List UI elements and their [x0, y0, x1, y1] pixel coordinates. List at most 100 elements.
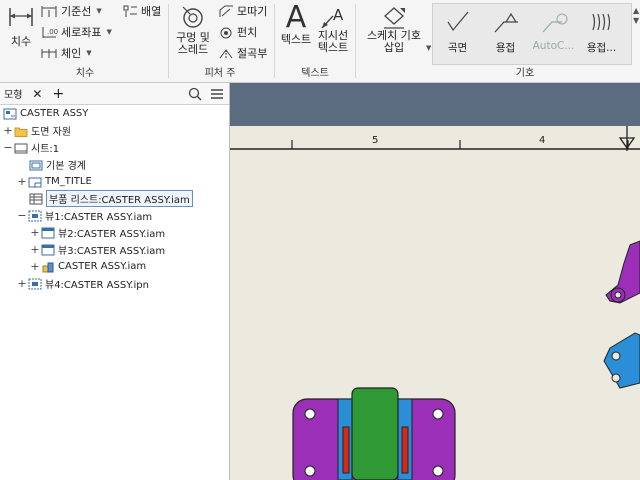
expand-icon[interactable]: + [30, 260, 40, 273]
weld-icon [494, 12, 518, 33]
punch-button[interactable]: 펀치 [218, 23, 257, 41]
chain-icon [41, 49, 57, 58]
hole-thread-button[interactable]: 구멍 및 스레드 [173, 4, 213, 56]
autocad-symbol-button[interactable]: AutoC... [531, 4, 576, 66]
tree-node-label: 뷰4:CASTER ASSY.ipn [45, 280, 149, 291]
leader-text-icon: A [321, 6, 344, 29]
baseline-label: 기준선 [61, 5, 92, 18]
browser-header: 모형 ✕ + [0, 83, 229, 105]
punch-label: 펀치 [237, 26, 258, 39]
sketch-symbol-icon [384, 7, 405, 29]
ribbon-separator [168, 4, 169, 78]
weld-bead-icon [591, 13, 610, 31]
chevron-down-icon: ▼ [106, 28, 112, 36]
hole-thread-icon [182, 6, 203, 28]
ribbon: 치수 기준선 ▼ .00 세로좌표 ▼ 체인 ▼ 배열 치수 구멍 및 스레드 모따기… [0, 0, 640, 83]
tree-node-label: 뷰3:CASTER ASSY.iam [58, 246, 166, 257]
menu-icon[interactable] [210, 87, 224, 101]
symbols-group-label: 기호 [515, 68, 535, 79]
tree-node-drawing[interactable]: CASTER ASSY [2, 105, 88, 122]
autocad-symbol-icon [542, 13, 567, 33]
tree-node-label: CASTER ASSY [20, 108, 89, 119]
caster-iso-view[interactable] [600, 233, 640, 433]
caster-front-view[interactable] [230, 83, 640, 480]
ribbon-separator [274, 4, 275, 78]
add-icon[interactable]: + [52, 86, 64, 102]
tree-node-view1[interactable]: − 뷰1:CASTER ASSY.iam [17, 207, 152, 224]
tree-node-label: 부품 리스트:CASTER ASSY.iam [46, 190, 193, 207]
gallery-scroll-icon[interactable]: ▲ ▼ [633, 6, 639, 26]
text-button[interactable]: A 텍스트 [278, 2, 314, 46]
leader-text-button[interactable]: A 지시선 텍스트 [316, 4, 350, 54]
tree-node-view2[interactable]: + 뷰2:CASTER ASSY.iam [30, 224, 165, 241]
weld-bead-label: 용접... [586, 42, 617, 54]
chamfer-button[interactable]: 모따기 [218, 2, 267, 20]
insert-sketch-symbol-label: 스케치 기호 삽입 [366, 29, 422, 54]
hole-thread-label: 구멍 및 스레드 [176, 31, 210, 56]
sheet-icon [14, 143, 28, 153]
text-group-label: 텍스트 [301, 68, 329, 79]
tree-node-label: CASTER ASSY.iam [58, 261, 147, 272]
view-icon [41, 227, 55, 238]
arrange-icon [123, 5, 137, 17]
view-icon [28, 278, 42, 289]
tree-node-label: TM_TITLE [45, 176, 92, 187]
tree-node-parts-list[interactable]: 부품 리스트:CASTER ASSY.iam [28, 190, 193, 207]
expand-icon[interactable]: + [17, 277, 27, 290]
tree-node-label: 뷰1:CASTER ASSY.iam [45, 212, 153, 223]
tab-model[interactable]: 모형 [4, 86, 22, 101]
tree-node-assembly[interactable]: + CASTER ASSY.iam [30, 258, 146, 275]
punch-icon [220, 27, 232, 39]
ordinate-label: 세로좌표 [61, 26, 102, 39]
tree-node-label: 도면 자원 [31, 127, 71, 138]
tree-node-default-border[interactable]: 기본 경계 [28, 156, 86, 173]
chamfer-label: 모따기 [237, 5, 268, 18]
weld-button[interactable]: 용접 [483, 4, 528, 66]
expand-icon[interactable]: + [17, 175, 27, 188]
expand-icon[interactable]: + [30, 243, 40, 256]
weld-label: 용접 [495, 42, 516, 54]
collapse-icon[interactable]: − [3, 141, 13, 154]
chain-label: 체인 [61, 47, 82, 60]
ordinate-button[interactable]: .00 세로좌표 ▼ [40, 23, 112, 41]
chain-button[interactable]: 체인 ▼ [40, 44, 92, 62]
text-icon: A [285, 0, 307, 35]
feature-notes-group-label: 피처 주 [204, 68, 236, 79]
chevron-down-icon[interactable]: ▼ [426, 44, 431, 52]
chevron-down-icon: ▼ [86, 49, 92, 57]
expand-icon[interactable]: + [3, 124, 13, 137]
weld-bead-button[interactable]: 용접... [579, 4, 624, 66]
drawing-canvas[interactable]: 5 4 [230, 83, 640, 480]
tree-node-title-block[interactable]: + TM_TITLE [17, 173, 92, 190]
view-icon [28, 210, 42, 221]
search-icon[interactable] [188, 87, 202, 101]
assembly-icon [42, 262, 54, 272]
model-browser: 모형 ✕ + CASTER ASSY + 도면 자원 − 시트:1 기본 경계 [0, 83, 230, 480]
bend-button[interactable]: 절곡부 [218, 44, 267, 62]
border-icon [29, 160, 43, 170]
autocad-symbol-label: AutoC... [532, 40, 575, 52]
view-icon [41, 244, 55, 255]
chevron-down-icon: ▼ [96, 7, 102, 15]
arrange-label: 배열 [141, 5, 162, 18]
baseline-icon [41, 6, 57, 17]
tree-node-view3[interactable]: + 뷰3:CASTER ASSY.iam [30, 241, 165, 258]
tree-node-sheet[interactable]: − 시트:1 [3, 139, 59, 156]
surface-texture-button[interactable]: 곡면 [435, 4, 480, 66]
chamfer-icon [219, 5, 233, 17]
symbol-gallery: 곡면 용접 AutoC... 용접... [432, 3, 632, 65]
surface-texture-icon [446, 11, 468, 32]
ordinate-icon: .00 [42, 27, 58, 38]
dimension-button[interactable]: 치수 [6, 4, 36, 48]
arrange-button[interactable]: 배열 [122, 2, 161, 20]
tree-node-label: 시트:1 [31, 144, 60, 155]
tree-node-view4[interactable]: + 뷰4:CASTER ASSY.ipn [17, 275, 149, 292]
ribbon-separator [355, 4, 356, 78]
expand-icon[interactable]: + [30, 226, 40, 239]
collapse-icon[interactable]: − [17, 209, 27, 222]
insert-sketch-symbol-button[interactable]: 스케치 기호 삽입 [362, 4, 426, 54]
baseline-button[interactable]: 기준선 ▼ [40, 2, 102, 20]
close-icon[interactable]: ✕ [32, 87, 42, 101]
tree-node-drawing-resources[interactable]: + 도면 자원 [3, 122, 71, 139]
dimension-label: 치수 [10, 35, 32, 48]
